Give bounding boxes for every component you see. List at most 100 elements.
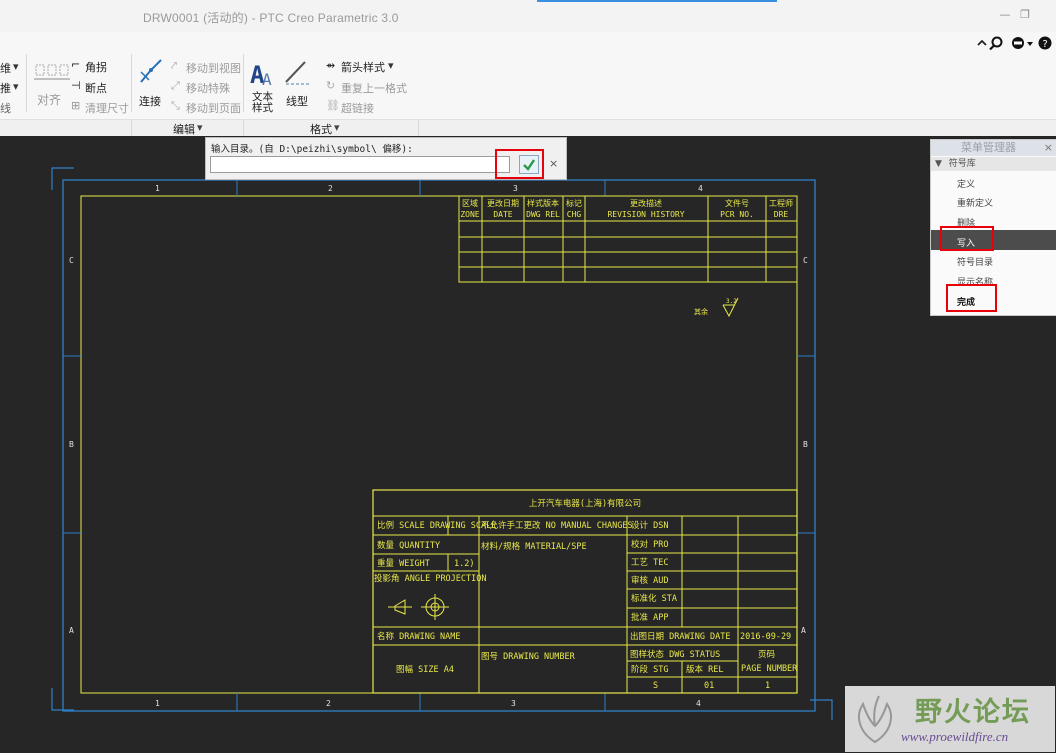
zone-row-label: A <box>801 626 806 635</box>
title-block[interactable]: 上开汽车电器(上海)有限公司 比例 SCALE DRAWING SCALE 不允… <box>372 489 798 694</box>
rev-header-rel-cn: 样式版本 <box>527 198 559 208</box>
standardization-label: 标准化 STA <box>631 593 677 604</box>
move-to-view-button[interactable]: 移动到视图 <box>186 60 241 76</box>
quantity-label: 数量 QUANTITY <box>377 540 440 551</box>
rev-header-date-cn: 更改日期 <box>487 198 519 208</box>
repeat-last-format-button[interactable]: 重复上一格式 <box>341 80 407 96</box>
rev-header-history-cn: 更改描述 <box>630 198 662 208</box>
move-special-icon: ⤢ <box>171 79 180 92</box>
restore-button[interactable]: ❐ <box>1018 9 1032 21</box>
window-title: DRW0001 (活动的) - PTC Creo Parametric 3.0 <box>143 11 399 25</box>
stage-value: S <box>653 681 658 691</box>
text-style-button[interactable]: 文本样式 <box>252 92 274 114</box>
proof-label: 校对 PRO <box>631 539 668 550</box>
rev-header-zone: ZONE <box>460 210 479 219</box>
inner-frame <box>80 195 798 694</box>
ribbon: ? 维 ▾ 推 ▾ 线 对齐 ⌐ 角拐 ⊣ 断点 ⊞ 清理尺寸 连接 ⤤ 移动到… <box>0 32 1056 136</box>
ribbon-group-labels: 编辑 ▾ 格式 ▾ <box>0 119 1056 136</box>
menu-section-label: 符号库 <box>948 159 976 169</box>
search-icon[interactable] <box>991 36 1003 48</box>
zone-col-label: 3 <box>513 184 518 193</box>
rev-header-pcr: PCR NO. <box>720 210 754 219</box>
connect-button[interactable]: 连接 <box>139 93 161 109</box>
dropdown-arrow-icon[interactable] <box>1027 42 1033 46</box>
watermark: 野火论坛 www.proewildfire.cn <box>845 686 1055 752</box>
hyperlink-button[interactable]: 超链接 <box>341 100 374 116</box>
watermark-name: 野火论坛 <box>915 697 1031 728</box>
repeat-format-icon: ↻ <box>326 79 336 92</box>
cleanup-dims-button[interactable]: 清理尺寸 <box>85 100 129 116</box>
align-icon-corner: ⌐ <box>71 58 81 71</box>
align-icon[interactable] <box>32 59 72 87</box>
menu-manager-header: 菜单管理器 × <box>931 140 1056 156</box>
watermark-logo-icon <box>858 695 892 744</box>
issue-date-value: 2016-09-29 <box>740 632 791 642</box>
menu-manager-title: 菜单管理器 <box>961 141 1016 154</box>
truncated-label-2: 推 <box>0 82 11 95</box>
zone-col-label: 4 <box>698 184 703 193</box>
page-value: 1 <box>765 681 770 691</box>
svg-text:?: ? <box>1042 39 1048 50</box>
material-label: 材料/规格 MATERIAL/SPE <box>481 541 587 552</box>
surface-finish-symbol[interactable]: 其余 3.2 <box>694 297 739 318</box>
scale-label: 比例 SCALE DRAWING SCALE <box>377 520 496 531</box>
hyperlink-icon: ⛓ <box>326 99 340 112</box>
separator <box>243 120 244 136</box>
format-group-label[interactable]: 格式 <box>310 121 332 137</box>
connect-icon[interactable] <box>137 56 167 88</box>
truncated-label-3: 线 <box>0 102 11 115</box>
separator <box>243 54 244 112</box>
arrow-style-button[interactable]: 箭头样式 <box>341 59 385 75</box>
watermark-url: www.proewildfire.cn <box>901 729 1009 744</box>
corner-button[interactable]: 角拐 <box>85 59 107 75</box>
directory-input[interactable] <box>210 156 510 173</box>
design-label: 设计 DSN <box>631 520 668 531</box>
projection-label: 投影角 ANGLE PROJECTION <box>374 573 487 584</box>
chevron-up-icon[interactable] <box>977 39 987 46</box>
revision-value: 01 <box>704 681 714 691</box>
align-button[interactable]: 对齐 <box>37 94 61 106</box>
svg-text:3.2: 3.2 <box>726 298 737 305</box>
line-style-button[interactable]: 线型 <box>286 93 308 109</box>
drawing-sheet[interactable]: 1 2 3 4 1 2 3 4 C B A C B A 区域 ZONE 更改日期… <box>0 136 1056 753</box>
drawing-canvas[interactable]: 1 2 3 4 1 2 3 4 C B A C B A 区域 ZONE 更改日期… <box>0 136 1056 753</box>
dropdown-arrow-icon[interactable]: ▾ <box>13 80 19 93</box>
minimize-button[interactable]: — <box>998 9 1012 21</box>
dropdown-arrow-icon[interactable]: ▾ <box>388 59 394 72</box>
weight-value: 1.2) <box>454 559 474 569</box>
drawing-number-label: 图号 DRAWING NUMBER <box>481 652 576 662</box>
line-style-icon[interactable] <box>283 58 311 86</box>
revision-table[interactable]: 区域 ZONE 更改日期 DATE 样式版本 DWG REL 标记 CHG 更改… <box>458 195 798 283</box>
menu-item-symbol-dir[interactable]: 符号目录 <box>957 255 993 268</box>
zone-col-label: 1 <box>155 184 160 193</box>
separator <box>26 54 27 112</box>
rev-header-pcr-cn: 文件号 <box>725 198 749 208</box>
breakpoint-button[interactable]: 断点 <box>85 80 107 96</box>
sheet-corner-marks <box>51 167 1003 720</box>
rev-header-chg-cn: 标记 <box>566 198 582 208</box>
menu-section-symbol-library[interactable]: ▼ 符号库 <box>931 157 1056 171</box>
close-button[interactable]: × <box>1044 140 1053 156</box>
move-to-page-button[interactable]: 移动到页面 <box>186 100 241 116</box>
edit-group-label[interactable]: 编辑 <box>173 121 195 137</box>
chevron-down-icon[interactable]: ▾ <box>197 121 203 134</box>
chevron-down-icon[interactable]: ▾ <box>334 121 340 134</box>
menu-item-define[interactable]: 定义 <box>957 177 975 190</box>
zone-row-label: A <box>69 626 74 635</box>
cancel-button[interactable]: × <box>549 157 558 170</box>
dropdown-arrow-icon[interactable]: ▾ <box>13 60 19 73</box>
move-view-icon: ⤤ <box>171 59 178 72</box>
truncated-label-1: 维 <box>0 62 11 75</box>
menu-item-redefine[interactable]: 重新定义 <box>957 196 993 209</box>
highlight-write <box>940 226 994 251</box>
text-style-icon[interactable]: A A <box>248 59 278 89</box>
stage-label: 阶段 STG <box>631 664 668 675</box>
rev-header-date: DATE <box>493 210 512 219</box>
zone-row-label: C <box>803 256 808 265</box>
approve-label: 批准 APP <box>631 612 668 623</box>
move-special-button[interactable]: 移动特殊 <box>186 80 230 96</box>
rev-header-chg: CHG <box>567 210 582 219</box>
projection-angle-symbol <box>388 594 449 620</box>
separator <box>131 54 132 112</box>
cleanup-icon: ⊞ <box>71 99 81 112</box>
